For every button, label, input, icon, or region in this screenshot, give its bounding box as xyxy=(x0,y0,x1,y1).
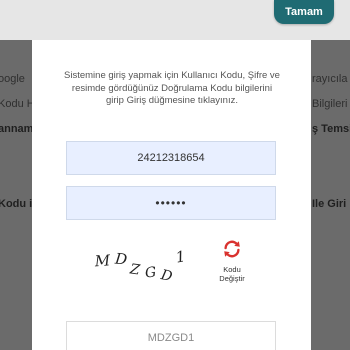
refresh-label-line1: Kodu xyxy=(223,265,241,274)
background-text: ş Temsi xyxy=(312,123,350,135)
captcha-char: Z xyxy=(128,261,141,278)
background-text: rayıcıla xyxy=(312,73,348,85)
captcha-char: M xyxy=(93,251,111,270)
password-field[interactable]: •••••• xyxy=(66,186,276,220)
user-code-field[interactable]: 24212318654 xyxy=(66,141,276,175)
tamam-button[interactable]: Tamam xyxy=(274,0,334,24)
page: oogle Kodu Hat annam Kodu ile rayıcıla B… xyxy=(0,0,350,350)
background-text: oogle xyxy=(0,73,25,85)
captcha-input[interactable]: MDZGD1 xyxy=(66,321,276,350)
login-modal: Sistemine giriş yapmak için Kullanıcı Ko… xyxy=(32,40,311,350)
captcha-char: 1 xyxy=(174,247,187,266)
captcha-char: G xyxy=(144,264,157,281)
captcha-char: D xyxy=(113,249,128,268)
background-text: Ile Giri xyxy=(312,198,347,210)
refresh-icon xyxy=(224,240,240,258)
refresh-label-line2: Değiştir xyxy=(219,274,245,283)
captcha-char: D xyxy=(158,267,173,285)
instructions-text: Sistemine giriş yapmak için Kullanıcı Ko… xyxy=(64,70,280,106)
refresh-captcha-button[interactable]: Kodu Değiştir xyxy=(212,238,252,288)
background-text: annam xyxy=(0,123,34,135)
captcha-image: M D Z G D 1 xyxy=(93,247,187,285)
background-text: Bilgileri xyxy=(312,98,348,110)
